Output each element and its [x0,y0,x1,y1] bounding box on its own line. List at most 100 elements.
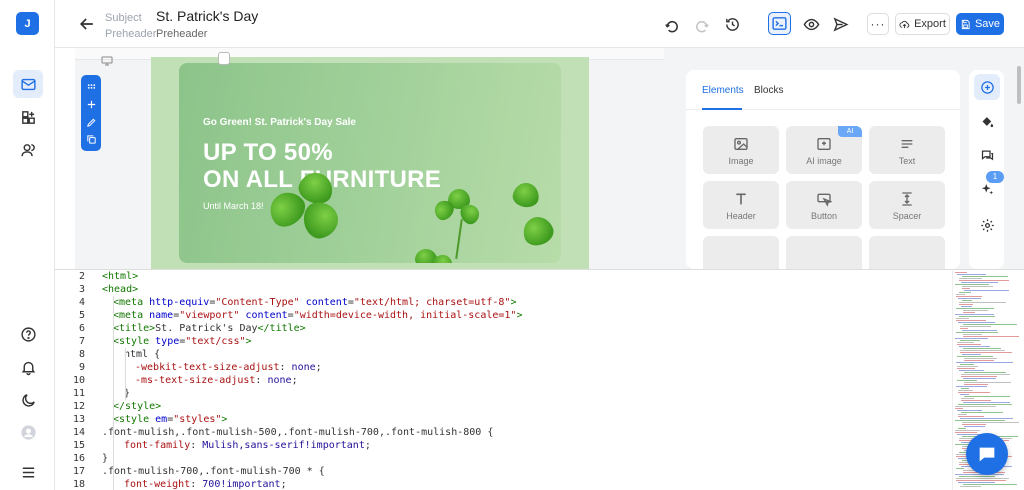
minimap-line [958,390,973,391]
minimap-line [958,392,990,393]
add-block-icon[interactable] [85,98,97,110]
workspace-logo[interactable]: J [16,12,39,35]
element-text[interactable]: Text [869,126,945,174]
code-line[interactable]: 14 .font-mulish,.font-mulish-500,.font-mu… [55,426,945,439]
chat-support-button[interactable] [966,433,1008,475]
code-line[interactable]: 16} [55,452,945,465]
element-more-3[interactable] [869,236,945,269]
element-more-2[interactable] [786,236,862,269]
code-line[interactable]: 5 <meta name="viewport" content="width=de… [55,309,945,322]
code-line[interactable]: 10 -ms-text-size-adjust: none; [55,374,945,387]
code-line[interactable]: 6 <title>St. Patrick's Day</title> [55,322,945,335]
minimap-line [960,394,969,395]
email-icon[interactable] [13,70,43,98]
dark-mode-icon[interactable] [13,386,43,414]
minimap-line [960,350,1005,351]
drag-handle-icon[interactable] [85,80,97,92]
subject-field[interactable]: St. Patrick's Day [156,8,258,26]
code-line[interactable]: 7 <style type="text/css"> [55,335,945,348]
line-number: 17 [72,466,85,477]
save-button[interactable]: Save [956,13,1004,35]
user-avatar[interactable] [13,418,43,446]
export-label: Export [914,18,946,30]
line-number: 4 [78,297,85,308]
mobile-preview-icon[interactable] [218,52,230,65]
minimap-line [957,368,975,369]
minimap-line [963,378,996,379]
tab-elements[interactable]: Elements [702,85,744,96]
code-line[interactable]: 2 <html> [55,270,945,283]
code-line[interactable]: 8 html { [55,348,945,361]
code-line[interactable]: 9 -webkit-text-size-adjust: none; [55,361,945,374]
edit-pencil-icon[interactable] [85,116,97,128]
paint-bucket-icon[interactable] [974,108,1000,134]
back-arrow-icon[interactable] [77,14,97,34]
minimap-line [961,376,997,377]
desktop-icon[interactable] [101,53,113,66]
code-line[interactable]: 4 <meta http-equiv="Content-Type" content… [55,296,945,309]
indent-guide [125,348,126,400]
duplicate-icon[interactable] [85,133,97,145]
settings-gear-icon[interactable] [974,212,1000,238]
code-line[interactable]: 3 <head> [55,283,945,296]
code-line[interactable]: 11} [55,387,945,400]
minimap-line [963,312,975,313]
element-more-1[interactable] [703,236,779,269]
redo-icon[interactable] [691,13,713,35]
code-text: <style type="text/css"> [113,336,252,347]
code-editor[interactable]: 2 <html> 3 <head> 4 <meta http-equiv="Content… [55,269,1024,490]
code-view-icon[interactable] [768,12,791,35]
help-icon[interactable] [13,320,43,348]
block-toolbar [81,75,101,151]
right-tool-rail [969,70,1004,269]
line-number: 10 [72,375,85,386]
send-icon[interactable] [829,13,851,35]
minimap-line [962,354,981,355]
elements-card: Elements Blocks Image AI AI image Text H… [686,70,960,269]
menu-icon[interactable] [13,458,43,486]
code-line[interactable]: 12 </style> [55,400,945,413]
minimap-line [961,398,974,399]
code-line[interactable]: 13 <style em="styles"> [55,413,945,426]
element-ai-image[interactable]: AI AI image [786,126,862,174]
comments-icon[interactable] [974,142,1000,168]
element-button[interactable]: Button [786,181,862,229]
minimap-line [964,384,988,385]
element-header[interactable]: Header [703,181,779,229]
minimap-line [960,364,974,365]
code-text: -webkit-text-size-adjust: none; [135,362,322,373]
minimap-line [964,360,994,361]
email-canvas[interactable]: Go Green! St. Patrick's Day Sale UP TO 5… [75,48,664,269]
code-line[interactable]: 18 font-weight: 700!important; [55,478,945,490]
hero-eyebrow[interactable]: Go Green! St. Patrick's Day Sale [203,117,356,128]
hero-banner[interactable]: Go Green! St. Patrick's Day Sale UP TO 5… [179,63,561,263]
minimap-line [961,282,998,283]
subject-label: Subject [105,12,142,24]
code-line[interactable]: 17 .font-mulish-700,.font-mulish-700 * { [55,465,945,478]
hero-until[interactable]: Until March 18! [203,201,264,211]
tab-blocks[interactable]: Blocks [754,85,783,96]
element-spacer[interactable]: Spacer [869,181,945,229]
export-button[interactable]: Export [895,13,950,35]
notifications-icon[interactable] [13,353,43,381]
templates-icon[interactable] [13,103,43,131]
more-options-button[interactable]: ··· [867,13,889,35]
add-element-icon[interactable] [974,74,1000,100]
minimap-line [956,362,1013,363]
minimap-line [956,468,964,469]
history-icon[interactable] [721,13,743,35]
element-image[interactable]: Image [703,126,779,174]
code-line[interactable]: 15 font-family: Mulish,sans-serif!importa… [55,439,945,452]
minimap-line [962,422,1019,423]
line-number: 18 [72,479,85,490]
code-text: font-family: Mulish,sans-serif!important… [124,440,371,451]
page-scrollbar[interactable] [1017,66,1021,104]
minimap-line [959,302,1006,303]
undo-icon[interactable] [660,13,682,35]
preview-eye-icon[interactable] [800,13,822,35]
email-body[interactable]: Go Green! St. Patrick's Day Sale UP TO 5… [151,57,589,269]
preheader-field[interactable]: Preheader [156,26,258,42]
minimap-line [960,418,1013,419]
minimap-line [955,284,989,285]
contacts-icon[interactable] [13,136,43,164]
